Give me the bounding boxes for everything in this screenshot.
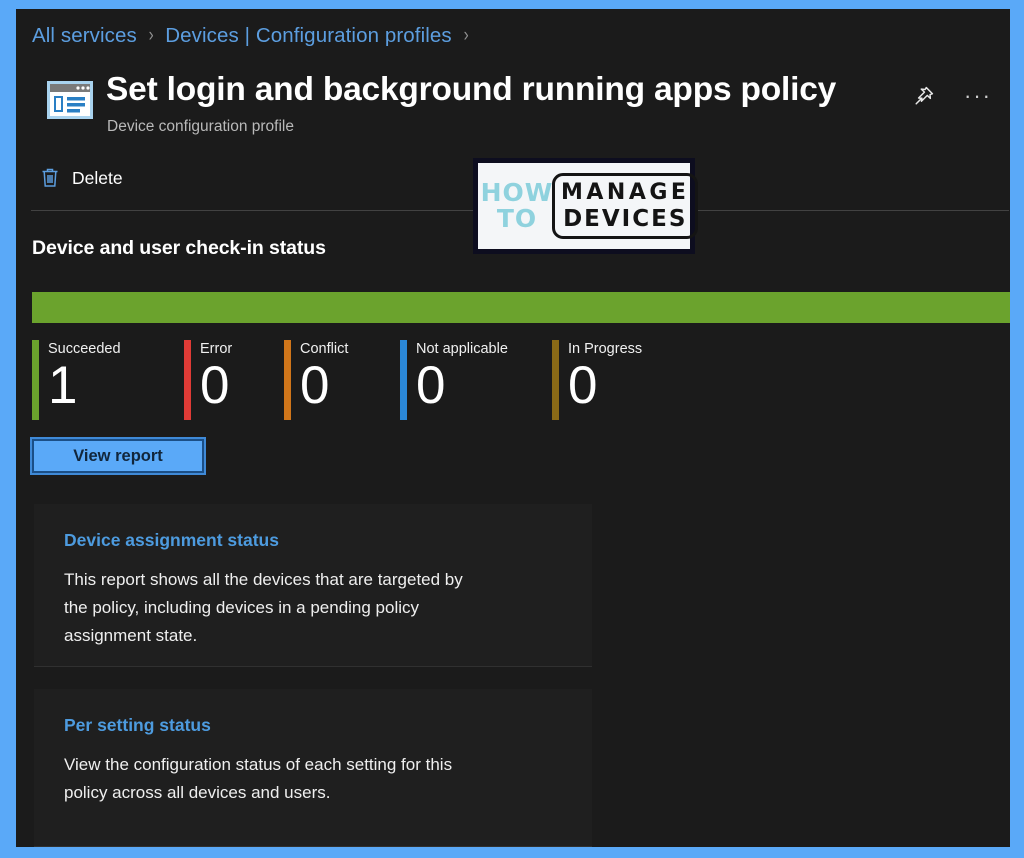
metric-succeeded: Succeeded 1 xyxy=(32,340,121,420)
section-title-check-in-status: Device and user check-in status xyxy=(32,237,326,259)
watermark-manage-text: MANAGE xyxy=(561,180,690,205)
metric-in-progress: In Progress 0 xyxy=(552,340,642,420)
page-header: Set login and background running apps po… xyxy=(32,67,994,143)
breadcrumb: All services › Devices | Configuration p… xyxy=(32,21,480,51)
metric-error: Error 0 xyxy=(184,340,232,420)
card-title-device-assignment-status[interactable]: Device assignment status xyxy=(64,530,562,551)
metric-text: Conflict 0 xyxy=(300,340,348,420)
watermark-how-to: HOW TO xyxy=(481,180,553,233)
metric-value: 0 xyxy=(300,356,330,415)
delete-button[interactable]: Delete xyxy=(32,163,131,193)
view-report-button[interactable]: View report xyxy=(30,437,206,475)
breadcrumb-item-all-services[interactable]: All services xyxy=(32,24,137,48)
metric-color-bar xyxy=(184,340,191,420)
card-title-per-setting-status[interactable]: Per setting status xyxy=(64,715,562,736)
delete-button-label: Delete xyxy=(72,167,123,188)
watermark-how-text: HOW xyxy=(480,178,554,207)
page-header-actions: ··· xyxy=(908,81,994,111)
metric-conflict: Conflict 0 xyxy=(284,340,348,420)
card-description-device-assignment-status: This report shows all the devices that a… xyxy=(64,570,463,645)
metric-not-applicable: Not applicable 0 xyxy=(400,340,508,420)
check-in-status-bar xyxy=(32,292,1010,323)
metric-value: 0 xyxy=(568,356,598,415)
command-bar: Delete xyxy=(32,157,131,199)
azure-portal-blade: All services › Devices | Configuration p… xyxy=(16,9,1010,847)
metric-color-bar xyxy=(400,340,407,420)
watermark-manage-devices: MANAGE DEVICES xyxy=(552,173,699,239)
metric-text: Error 0 xyxy=(200,340,232,420)
breadcrumb-chevron-icon: › xyxy=(148,25,154,46)
breadcrumb-chevron-icon-2: › xyxy=(463,25,469,46)
metric-color-bar xyxy=(552,340,559,420)
page-subtitle: Device configuration profile xyxy=(107,118,294,135)
pin-icon[interactable] xyxy=(908,81,940,111)
metric-text: Succeeded 1 xyxy=(48,340,121,420)
metric-value: 0 xyxy=(416,356,446,415)
card-per-setting-status[interactable]: Per setting status View the configuratio… xyxy=(34,689,592,847)
breadcrumb-item-devices-configuration-profiles[interactable]: Devices | Configuration profiles xyxy=(165,24,452,48)
trash-icon xyxy=(40,167,60,189)
watermark-devices-text: DEVICES xyxy=(563,206,688,232)
metric-text: In Progress 0 xyxy=(568,340,642,420)
metric-value: 0 xyxy=(200,356,230,415)
page-title: Set login and background running apps po… xyxy=(106,71,837,108)
watermark-to-text: TO xyxy=(496,204,538,233)
metric-color-bar xyxy=(32,340,39,420)
screenshot-frame: All services › Devices | Configuration p… xyxy=(0,0,1024,858)
card-description-per-setting-status: View the configuration status of each se… xyxy=(64,755,453,802)
watermark-inner: HOW TO MANAGE DEVICES xyxy=(478,163,699,249)
card-device-assignment-status[interactable]: Device assignment status This report sho… xyxy=(34,504,592,667)
metric-color-bar xyxy=(284,340,291,420)
metric-value: 1 xyxy=(48,356,78,415)
device-configuration-profile-icon xyxy=(46,80,94,120)
watermark-logo: HOW TO MANAGE DEVICES xyxy=(473,158,699,254)
metric-text: Not applicable 0 xyxy=(416,340,508,420)
ellipsis-icon[interactable]: ··· xyxy=(962,81,994,111)
